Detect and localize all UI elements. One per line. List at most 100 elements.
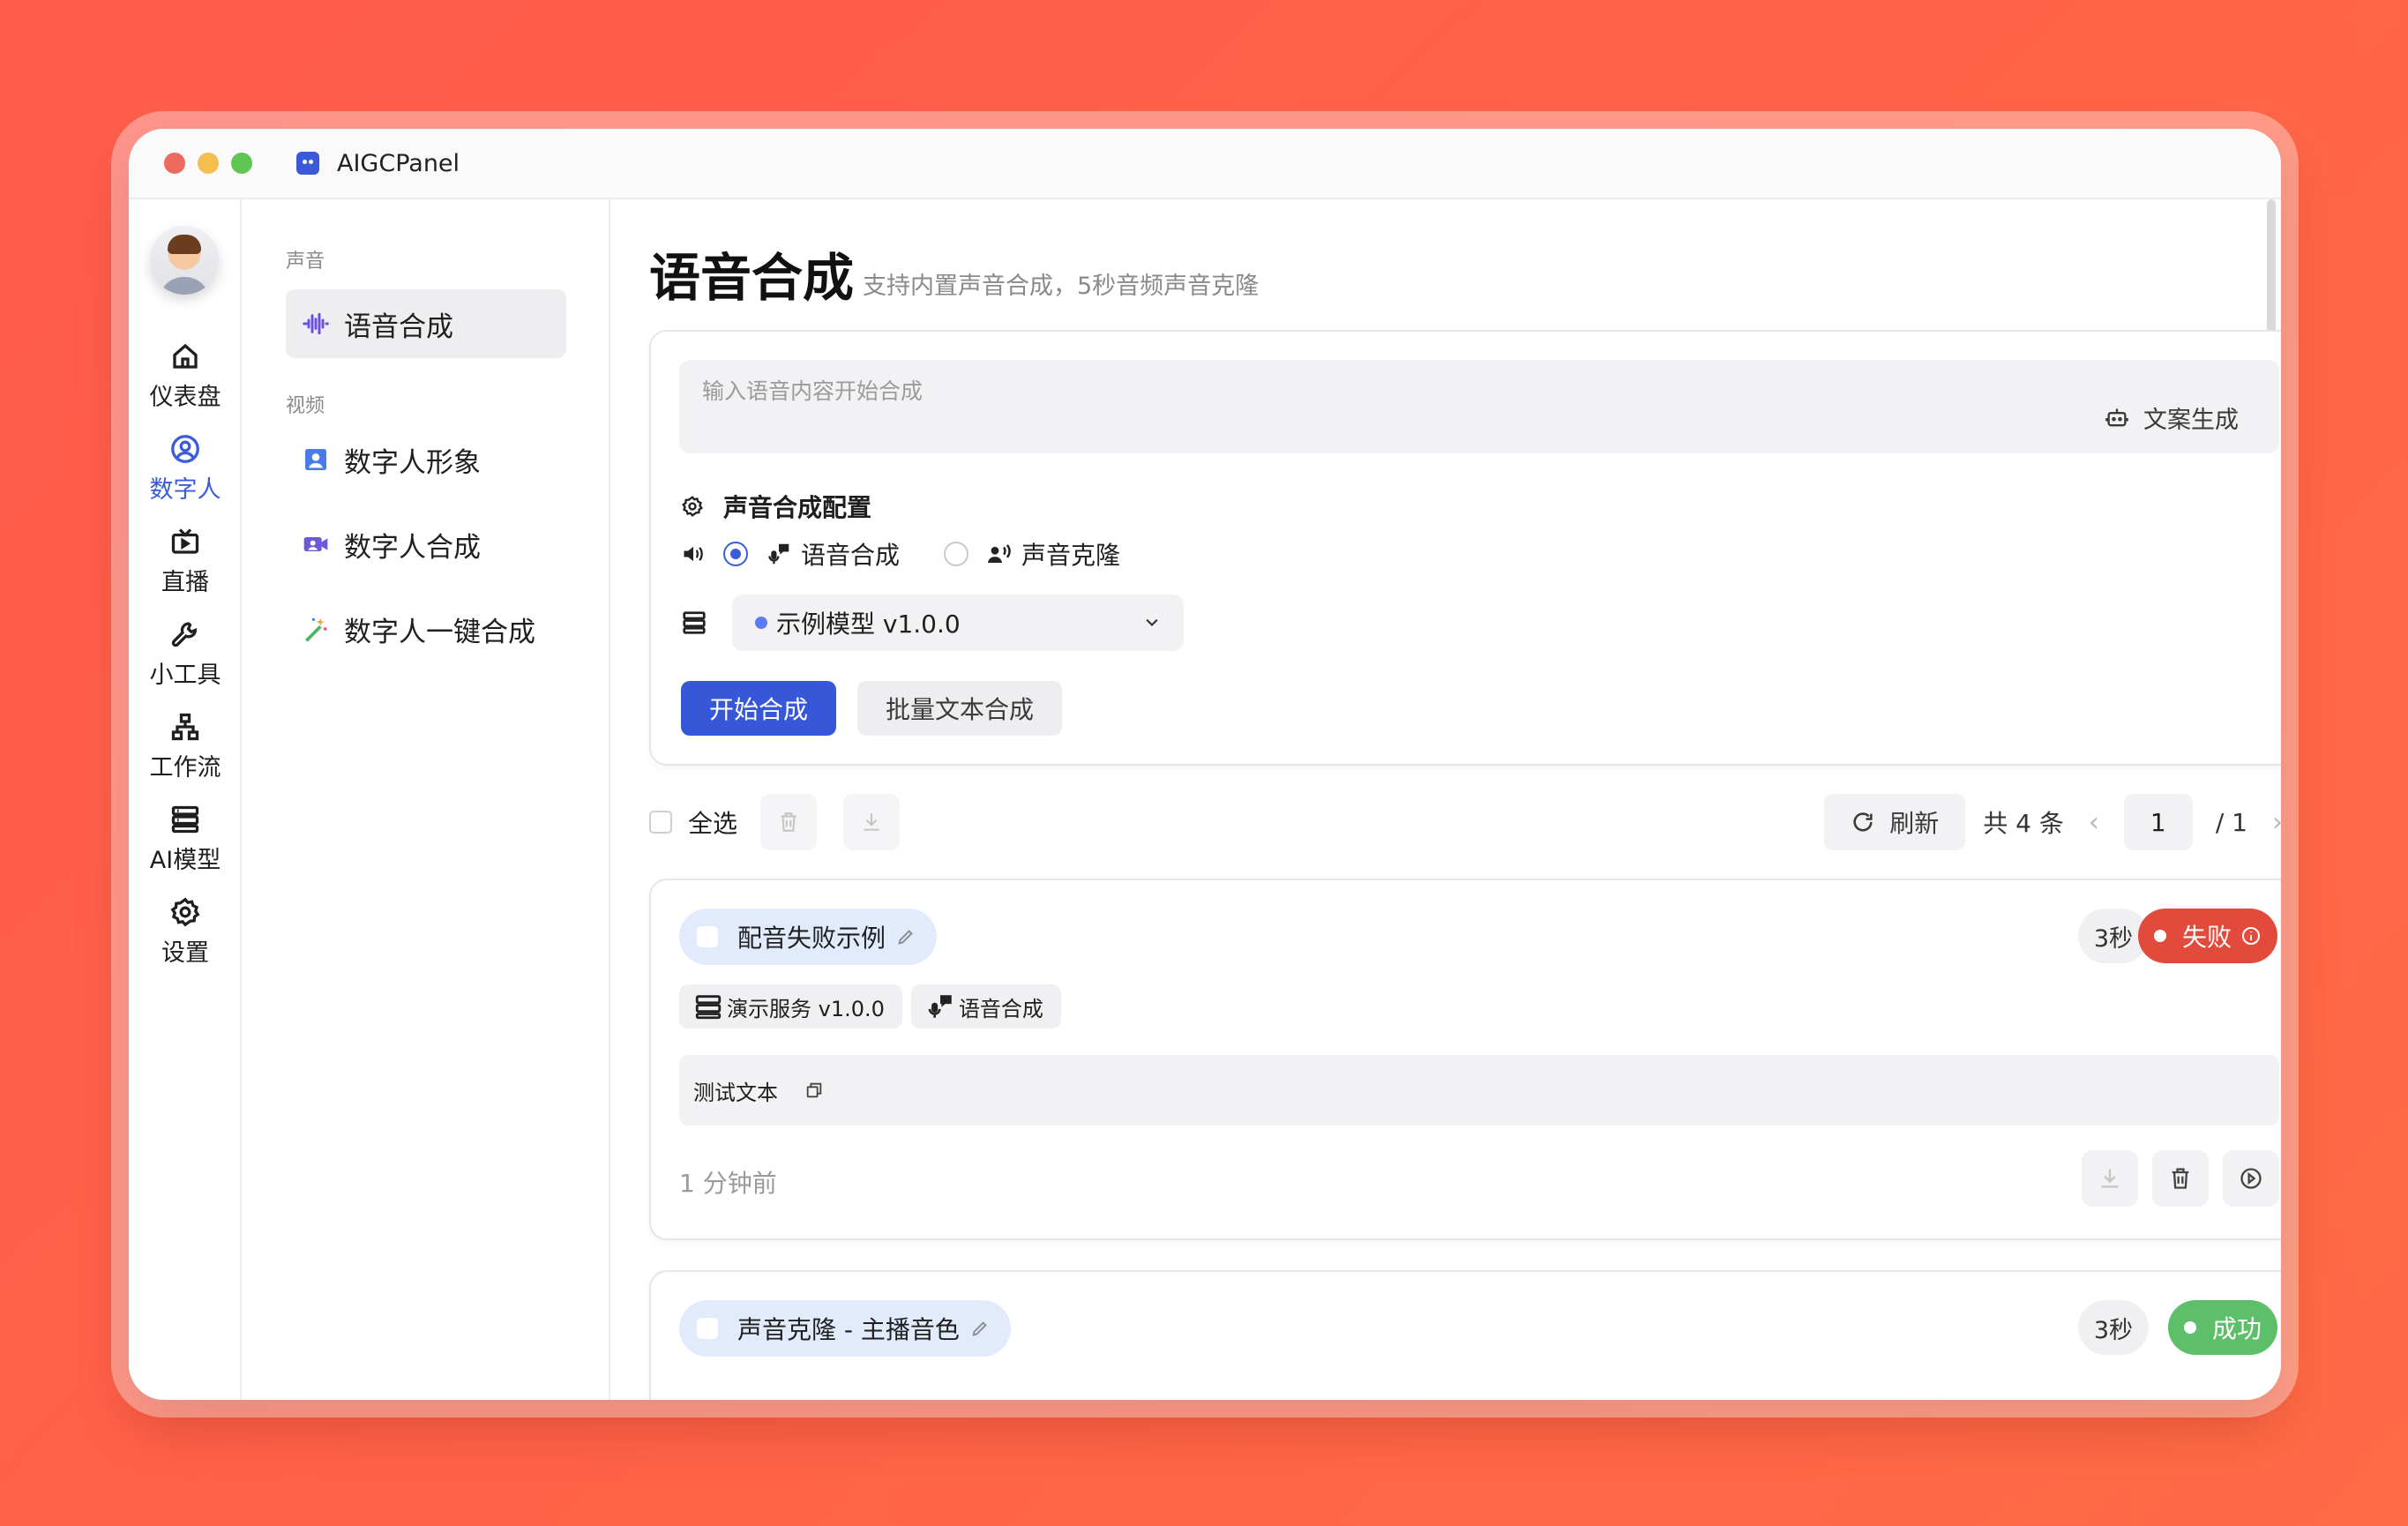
portrait-icon (305, 449, 326, 470)
task-checkbox[interactable] (697, 1318, 718, 1339)
subnav-item-label: 数字人一键合成 (344, 616, 535, 648)
generate-copy-label: 文案生成 (2143, 407, 2239, 434)
mode-selector: 语音合成 声音克隆 (681, 536, 1164, 572)
generate-copy-button[interactable]: 文案生成 (2105, 400, 2239, 435)
robot-icon (2105, 408, 2128, 426)
batch-synthesis-button[interactable]: 批量文本合成 (857, 681, 1063, 736)
config-title: 声音合成配置 (681, 489, 871, 524)
mic-chat-icon (768, 543, 789, 565)
delete-button[interactable] (2152, 1150, 2209, 1207)
speech-text-input[interactable]: 输入语音内容开始合成 文案生成 (679, 360, 2279, 453)
task-checkbox[interactable] (697, 926, 718, 947)
rail-item-label: 直播 (161, 569, 209, 596)
edit-icon[interactable] (970, 1319, 990, 1338)
rail-item-label: 数字人 (149, 476, 221, 504)
task-name-pill: 声音克隆 - 主播音色 (679, 1300, 1011, 1357)
task-name: 配音失败示例 (737, 924, 886, 953)
play-circle-icon (2240, 1168, 2262, 1189)
status-badge[interactable]: 失败 (2137, 909, 2277, 963)
main-content: 语音合成 支持内置声音合成，5秒音频声音克隆 输入语音内容开始合成 文案生成 声… (610, 199, 2281, 1400)
status-dot (2153, 930, 2166, 942)
mode-option-tts[interactable]: 语音合成 (723, 536, 900, 572)
server-icon (695, 995, 722, 1020)
total-count: 共 4 条 (1983, 809, 2064, 838)
rail-item-settings[interactable]: 设置 (129, 896, 242, 968)
page-input[interactable]: 1 (2123, 794, 2193, 850)
task-name: 声音克隆 - 主播音色 (737, 1315, 960, 1344)
rail-item-label: 仪表盘 (149, 384, 221, 411)
mode-option-clone[interactable]: 声音克隆 (944, 536, 1120, 572)
tv-icon (171, 528, 199, 554)
next-page-button[interactable]: › (2260, 807, 2281, 838)
input-placeholder: 输入语音内容开始合成 (702, 378, 924, 404)
start-synthesis-button[interactable]: 开始合成 (681, 681, 837, 736)
select-all-label[interactable]: 全选 (688, 804, 737, 840)
subnav-item-label: 语音合成 (344, 310, 453, 343)
page-total: / 1 (2215, 807, 2247, 837)
page-title: 语音合成 (649, 248, 855, 308)
video-user-icon (303, 537, 328, 551)
subnav-item-tts[interactable]: 语音合成 (286, 289, 566, 358)
subnav-item-label: 数字人形象 (344, 446, 481, 479)
prev-page-button[interactable]: ‹ (2076, 807, 2112, 838)
config-title-text: 声音合成配置 (723, 493, 872, 522)
model-status-dot (755, 617, 767, 629)
rail-item-live[interactable]: 直播 (129, 526, 242, 597)
edit-icon[interactable] (896, 927, 916, 946)
close-window-button[interactable] (164, 153, 185, 174)
home-icon (173, 343, 198, 369)
subnav-item-one-click[interactable]: 数字人一键合成 (286, 595, 566, 663)
workflow-icon (171, 713, 199, 741)
tts-radio[interactable] (723, 542, 748, 566)
trash-icon (781, 812, 796, 832)
status-label: 失败 (2181, 923, 2232, 952)
mode-label: 语音合成 (801, 541, 901, 570)
status-label: 成功 (2211, 1314, 2262, 1343)
subnav-item-video[interactable]: 数字人合成 (286, 510, 566, 579)
play-button[interactable] (2223, 1150, 2279, 1207)
rail-item-workflow[interactable]: 工作流 (129, 711, 242, 782)
app-window: AIGCPanel 仪表盘 数字人 直播 小工具 工作流 AI模型 设置 声音 … (129, 129, 2281, 1400)
model-select[interactable]: 示例模型 v1.0.0 (732, 595, 1184, 651)
refresh-icon (1853, 812, 1873, 832)
rail-item-dashboard[interactable]: 仪表盘 (129, 340, 242, 412)
window-controls (164, 153, 252, 174)
refresh-button[interactable]: 刷新 (1824, 794, 1966, 850)
list-toolbar: 全选 刷新 共 4 条 ‹ 1 / 1 › (649, 794, 2281, 850)
wrench-icon (171, 622, 198, 647)
bulk-delete-button[interactable] (760, 794, 818, 850)
subnav-item-avatar[interactable]: 数字人形象 (286, 425, 566, 494)
gear-icon (682, 496, 703, 517)
status-badge: 成功 (2167, 1300, 2277, 1355)
avatar[interactable] (150, 226, 219, 295)
trash-icon (2172, 1168, 2189, 1189)
rail-item-ai-model[interactable]: AI模型 (129, 804, 242, 875)
speaker-icon (684, 546, 703, 562)
subnav-item-label: 数字人合成 (344, 531, 481, 564)
copy-icon[interactable] (804, 1081, 824, 1100)
rail-item-label: 设置 (161, 939, 209, 967)
minimize-window-button[interactable] (198, 153, 219, 174)
rail-item-tools[interactable]: 小工具 (129, 618, 242, 690)
mic-chat-icon (928, 995, 952, 1018)
rail-item-label: AI模型 (149, 847, 221, 874)
download-icon (2101, 1169, 2119, 1188)
server-icon (683, 611, 706, 634)
rail-item-label: 小工具 (149, 662, 221, 689)
clone-radio[interactable] (944, 542, 969, 566)
bulk-download-button[interactable] (843, 794, 901, 850)
download-button[interactable] (2082, 1150, 2138, 1207)
task-text: 测试文本 (693, 1080, 778, 1105)
mode-label: 声音克隆 (1021, 541, 1121, 570)
mode-tag-label: 语音合成 (958, 996, 1043, 1021)
maximize-window-button[interactable] (231, 153, 252, 174)
gear-icon (170, 897, 200, 927)
select-all-checkbox[interactable] (649, 811, 672, 834)
voice-clone-icon (987, 544, 1011, 563)
page-subtitle: 支持内置声音合成，5秒音频声音克隆 (863, 273, 1260, 300)
primary-sidebar: 仪表盘 数字人 直播 小工具 工作流 AI模型 设置 (129, 199, 242, 1400)
refresh-label: 刷新 (1889, 809, 1940, 838)
nav-group-label: 视频 (286, 395, 325, 417)
rail-item-digital-human[interactable]: 数字人 (129, 433, 242, 505)
app-title: AIGCPanel (337, 149, 460, 177)
